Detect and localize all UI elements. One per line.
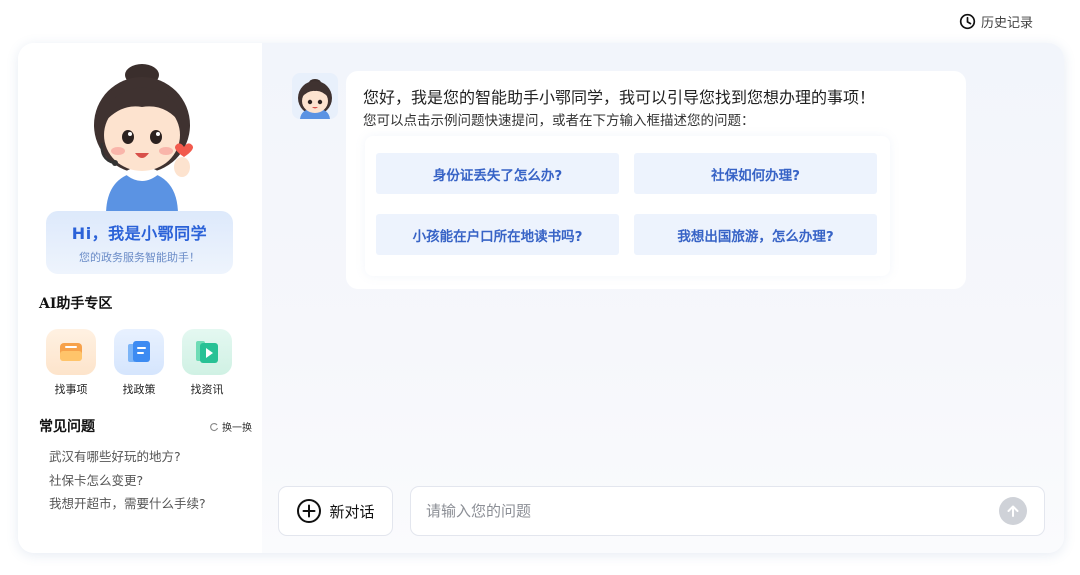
tool-label: 找事项 [54, 383, 88, 396]
faq-item[interactable]: 社保卡怎么变更? [49, 469, 206, 493]
refresh-icon [210, 422, 219, 431]
assistant-instruction: 您可以点击示例问题快速提问，或者在下方输入框描述您的问题： [363, 113, 755, 129]
assistant-greeting: 您好，我是您的智能助手小鄂同学，我可以引导您找到您想办理的事项！ [363, 88, 876, 107]
mascot-avatar-icon [298, 79, 332, 119]
send-button[interactable] [999, 497, 1027, 525]
mail-card-icon [46, 329, 96, 375]
assistant-avatar [292, 73, 338, 119]
refresh-button[interactable]: 换一换 [209, 419, 252, 434]
ai-section-title: AI助手专区 [39, 296, 113, 312]
arrow-up-icon [1007, 505, 1019, 517]
tool-label: 找资讯 [190, 383, 224, 396]
example-question-button[interactable]: 身份证丢失了怎么办? [376, 153, 619, 194]
assistant-card: Hi，我是小鄂同学 您的政务服务智能助手！ AI助手专区 找事项 找政策 找资讯… [18, 43, 1064, 553]
example-question-button[interactable]: 社保如何办理? [634, 153, 877, 194]
example-question-button[interactable]: 我想出国旅游，怎么办理? [634, 214, 877, 255]
video-play-icon [182, 329, 232, 375]
mascot-girl-icon [94, 64, 193, 215]
faq-item[interactable]: 武汉有哪些好玩的地方? [49, 445, 206, 469]
history-link[interactable]: 历史记录 [959, 12, 1033, 31]
tool-find-news[interactable]: 找资讯 [182, 329, 232, 397]
tool-find-items[interactable]: 找事项 [46, 329, 96, 397]
greeting-title: Hi，我是小鄂同学 [71, 224, 208, 243]
clock-icon [959, 13, 976, 30]
assistant-message: 您好，我是您的智能助手小鄂同学，我可以引导您找到您想办理的事项！ 您可以点击示例… [346, 71, 966, 289]
question-input[interactable] [411, 487, 991, 535]
document-icon [114, 329, 164, 375]
new-chat-label: 新对话 [329, 502, 375, 521]
plus-circle-icon [297, 499, 322, 523]
sidebar: Hi，我是小鄂同学 您的政务服务智能助手！ AI助手专区 找事项 找政策 找资讯… [18, 43, 262, 553]
faq-list: 武汉有哪些好玩的地方? 社保卡怎么变更? 我想开超市，需要什么手续? [49, 445, 206, 516]
refresh-label: 换一换 [222, 423, 252, 434]
history-label: 历史记录 [980, 16, 1033, 31]
tool-label: 找政策 [122, 383, 156, 396]
chat-area: 您好，我是您的智能助手小鄂同学，我可以引导您找到您想办理的事项！ 您可以点击示例… [262, 43, 1064, 553]
tool-find-policy[interactable]: 找政策 [114, 329, 164, 397]
question-input-box [410, 486, 1045, 536]
greeting-card: Hi，我是小鄂同学 您的政务服务智能助手！ [46, 211, 233, 274]
new-chat-button[interactable]: 新对话 [278, 486, 393, 536]
faq-title: 常见问题 [39, 419, 95, 435]
greeting-subtitle: 您的政务服务智能助手！ [79, 251, 200, 264]
example-question-button[interactable]: 小孩能在户口所在地读书吗? [376, 214, 619, 255]
tool-list: 找事项 找政策 找资讯 [46, 329, 232, 397]
faq-item[interactable]: 我想开超市，需要什么手续? [49, 492, 206, 516]
example-questions: 身份证丢失了怎么办? 社保如何办理? 小孩能在户口所在地读书吗? 我想出国旅游，… [365, 136, 890, 276]
